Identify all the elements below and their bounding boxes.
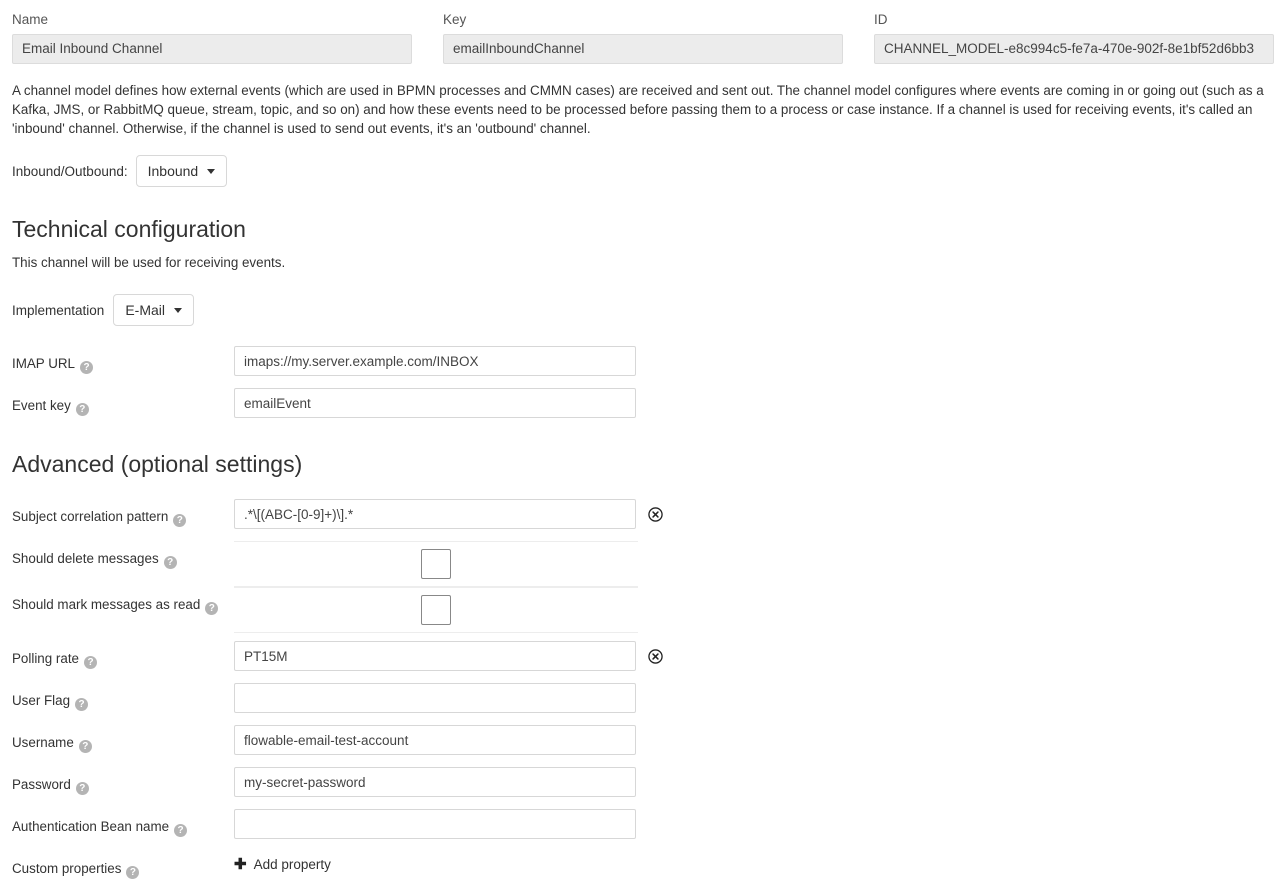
clear-icon[interactable] [648,649,663,664]
username-label: Username? [12,725,234,753]
id-field-group: ID CHANNEL_MODEL-e8c994c5-fe7a-470e-902f… [874,12,1274,64]
implementation-dropdown-value: E-Mail [125,302,165,318]
advanced-fields: Subject correlation pattern? Should dele… [12,499,1274,885]
event-key-row: Event key? [12,388,1274,422]
imap-url-control [234,346,636,376]
should-delete-messages-checkbox[interactable] [421,549,451,579]
channel-model-editor: Name Email Inbound Channel Key emailInbo… [0,0,1286,888]
id-input[interactable]: CHANNEL_MODEL-e8c994c5-fe7a-470e-902f-8e… [874,34,1274,64]
user-flag-label-text: User Flag [12,693,70,708]
direction-dropdown-value: Inbound [148,163,199,179]
chevron-down-icon [174,308,182,313]
polling-rate-row: Polling rate? [12,641,1274,675]
implementation-label: Implementation [12,303,104,318]
help-icon[interactable]: ? [126,866,139,879]
help-icon[interactable]: ? [173,514,186,527]
checkbox-band [234,587,638,633]
should-delete-messages-label-text: Should delete messages [12,551,159,566]
technical-fields: IMAP URL? Event key? [12,346,1274,422]
implementation-row: Implementation E-Mail [12,294,1274,326]
should-mark-messages-as-read-label-text: Should mark messages as read [12,597,200,612]
identity-fields-row: Name Email Inbound Channel Key emailInbo… [12,0,1274,64]
key-field-group: Key emailInboundChannel [443,12,843,64]
user-flag-row: User Flag? [12,683,1274,717]
plus-icon: ✚ [234,857,247,872]
technical-configuration-subtitle: This channel will be used for receiving … [12,253,1274,272]
imap-url-input[interactable] [234,346,636,376]
help-icon[interactable]: ? [76,782,89,795]
help-icon[interactable]: ? [84,656,97,669]
help-icon[interactable]: ? [164,556,177,569]
username-label-text: Username [12,735,74,750]
should-mark-messages-as-read-label: Should mark messages as read? [12,587,234,615]
clear-icon[interactable] [648,507,663,522]
password-label-text: Password [12,777,71,792]
add-property-button[interactable]: ✚ Add property [234,851,331,872]
should-mark-messages-as-read-checkbox[interactable] [421,595,451,625]
subject-correlation-pattern-label-text: Subject correlation pattern [12,509,168,524]
name-input[interactable]: Email Inbound Channel [12,34,412,64]
event-key-input[interactable] [234,388,636,418]
id-label: ID [874,12,1274,28]
user-flag-input[interactable] [234,683,636,713]
name-field-group: Name Email Inbound Channel [12,12,412,64]
authentication-bean-name-control [234,809,636,839]
authentication-bean-name-label: Authentication Bean name? [12,809,234,837]
subject-correlation-pattern-control [234,499,663,529]
help-icon[interactable]: ? [174,824,187,837]
subject-correlation-pattern-row: Subject correlation pattern? [12,499,1274,533]
password-input[interactable] [234,767,636,797]
event-key-label-text: Event key [12,398,71,413]
polling-rate-control [234,641,663,671]
channel-model-description: A channel model defines how external eve… [12,81,1274,138]
password-label: Password? [12,767,234,795]
event-key-control [234,388,636,418]
authentication-bean-name-row: Authentication Bean name? [12,809,1274,843]
should-mark-messages-as-read-control [234,587,638,633]
should-delete-messages-label: Should delete messages? [12,541,234,569]
authentication-bean-name-label-text: Authentication Bean name [12,819,169,834]
add-property-label: Add property [254,857,331,872]
polling-rate-label: Polling rate? [12,641,234,669]
imap-url-label-text: IMAP URL [12,356,75,371]
authentication-bean-name-input[interactable] [234,809,636,839]
direction-label: Inbound/Outbound: [12,164,128,179]
should-mark-messages-as-read-row: Should mark messages as read? [12,587,1274,633]
password-row: Password? [12,767,1274,801]
user-flag-control [234,683,636,713]
subject-correlation-pattern-label: Subject correlation pattern? [12,499,234,527]
direction-row: Inbound/Outbound: Inbound [12,155,1274,187]
polling-rate-input[interactable] [234,641,636,671]
username-control [234,725,636,755]
advanced-settings-heading: Advanced (optional settings) [12,450,1274,478]
custom-properties-row: Custom properties? ✚ Add property [12,851,1274,885]
help-icon[interactable]: ? [205,602,218,615]
technical-configuration-heading: Technical configuration [12,215,1274,243]
username-input[interactable] [234,725,636,755]
should-delete-messages-control [234,541,638,587]
custom-properties-label: Custom properties? [12,851,234,879]
implementation-dropdown[interactable]: E-Mail [113,294,194,326]
custom-properties-control: ✚ Add property [234,851,331,872]
username-row: Username? [12,725,1274,759]
imap-url-row: IMAP URL? [12,346,1274,380]
chevron-down-icon [207,169,215,174]
key-label: Key [443,12,843,28]
custom-properties-label-text: Custom properties [12,861,121,876]
password-control [234,767,636,797]
checkbox-band [234,541,638,587]
subject-correlation-pattern-input[interactable] [234,499,636,529]
help-icon[interactable]: ? [80,361,93,374]
should-delete-messages-row: Should delete messages? [12,541,1274,587]
direction-dropdown[interactable]: Inbound [136,155,228,187]
help-icon[interactable]: ? [79,740,92,753]
event-key-label: Event key? [12,388,234,416]
user-flag-label: User Flag? [12,683,234,711]
name-label: Name [12,12,412,28]
key-input[interactable]: emailInboundChannel [443,34,843,64]
help-icon[interactable]: ? [75,698,88,711]
imap-url-label: IMAP URL? [12,346,234,374]
polling-rate-label-text: Polling rate [12,651,79,666]
help-icon[interactable]: ? [76,403,89,416]
